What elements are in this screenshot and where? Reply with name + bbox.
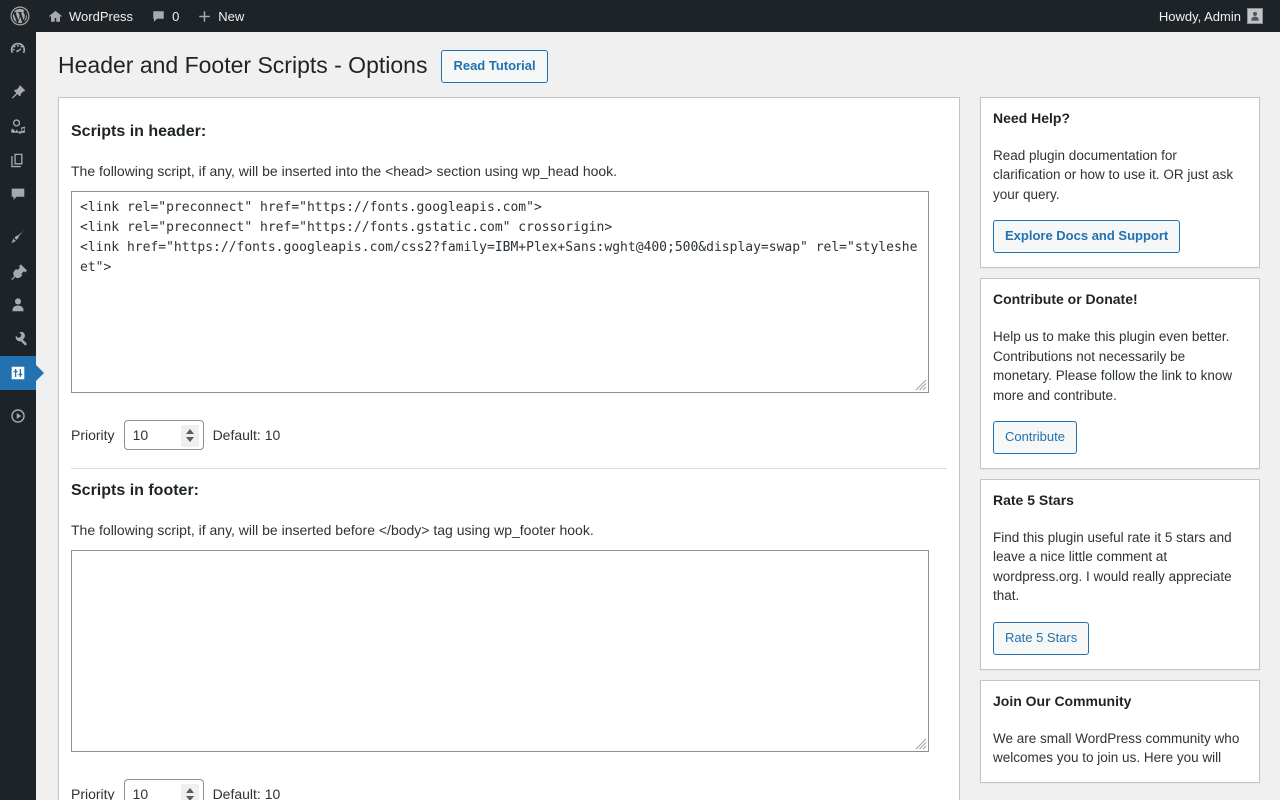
side-column: Need Help? Read plugin documentation for… (980, 97, 1260, 793)
comment-bubble-icon (151, 9, 166, 24)
admin-bar: WordPress 0 New Howdy, Admin (0, 0, 1280, 32)
side-box-text: Find this plugin useful rate it 5 stars … (993, 528, 1247, 606)
site-name-label: WordPress (69, 9, 133, 24)
new-label: New (218, 9, 244, 24)
sidebar-item-pages[interactable] (0, 143, 36, 177)
play-circle-icon (9, 407, 27, 425)
header-priority-field[interactable] (124, 420, 204, 450)
paintbrush-icon (9, 228, 27, 246)
howdy-label: Howdy, Admin (1159, 9, 1241, 24)
wrench-icon (9, 330, 27, 348)
side-box-title: Contribute or Donate! (993, 291, 1247, 309)
footer-priority-label: Priority (71, 786, 115, 800)
footer-section-title: Scripts in footer: (71, 482, 947, 500)
stepper-up-icon[interactable] (186, 429, 194, 434)
footer-priority-row: Priority Default: 10 (71, 779, 947, 800)
plug-icon (9, 262, 27, 280)
header-section-title: Scripts in header: (71, 123, 947, 141)
header-scripts-textarea[interactable] (71, 191, 929, 393)
sidebar-item-dashboard[interactable] (0, 32, 36, 66)
side-box-text: We are small WordPress community who wel… (993, 729, 1247, 768)
side-box-join-our-community: Join Our Community We are small WordPres… (980, 680, 1260, 783)
my-account-menu[interactable]: Howdy, Admin (1150, 0, 1272, 32)
admin-body: Header and Footer Scripts - Options Read… (36, 32, 1280, 800)
header-section-description: The following script, if any, will be in… (71, 163, 947, 179)
main-column: Scripts in header: The following script,… (58, 97, 960, 800)
sidebar-item-users[interactable] (0, 288, 36, 322)
pages-icon (9, 151, 27, 169)
sidebar-item-settings[interactable] (0, 356, 36, 390)
stepper-down-icon[interactable] (186, 437, 194, 442)
sidebar-item-appearance[interactable] (0, 220, 36, 254)
footer-priority-input[interactable] (125, 781, 171, 800)
page-header: Header and Footer Scripts - Options Read… (58, 32, 1260, 97)
menu-separator-3 (0, 390, 36, 399)
side-box-text: Help us to make this plugin even better.… (993, 327, 1247, 405)
rate-5-stars-button[interactable]: Rate 5 Stars (993, 622, 1089, 655)
header-priority-row: Priority Default: 10 (71, 420, 947, 450)
side-box-text: Read plugin documentation for clarificat… (993, 146, 1247, 205)
wp-logo-menu[interactable] (0, 0, 39, 32)
read-tutorial-button[interactable]: Read Tutorial (441, 50, 547, 83)
avatar (1247, 8, 1263, 24)
explore-docs-and-support-button[interactable]: Explore Docs and Support (993, 220, 1180, 253)
stepper-up-icon[interactable] (186, 788, 194, 793)
sliders-icon (9, 364, 27, 382)
admin-sidebar-menu (0, 32, 36, 800)
header-priority-default: Default: 10 (213, 427, 281, 443)
header-textarea-wrap (71, 191, 929, 393)
side-box-rate-5-stars: Rate 5 Stars Find this plugin useful rat… (980, 479, 1260, 670)
dashboard-icon (9, 40, 27, 58)
media-icon (9, 117, 27, 135)
wordpress-logo-icon (10, 6, 30, 26)
content-columns: Scripts in header: The following script,… (58, 97, 1260, 800)
side-box-title: Need Help? (993, 110, 1247, 128)
options-panel: Scripts in header: The following script,… (58, 97, 960, 800)
contribute-button[interactable]: Contribute (993, 421, 1077, 454)
footer-scripts-textarea[interactable] (71, 550, 929, 752)
side-box-title: Join Our Community (993, 693, 1247, 711)
pin-icon (9, 83, 27, 101)
footer-priority-default: Default: 10 (213, 786, 281, 800)
menu-separator-2 (0, 211, 36, 220)
side-box-title: Rate 5 Stars (993, 492, 1247, 510)
side-box-contribute: Contribute or Donate! Help us to make th… (980, 278, 1260, 469)
header-priority-label: Priority (71, 427, 115, 443)
section-divider (71, 468, 947, 469)
footer-priority-stepper[interactable] (181, 784, 199, 800)
footer-textarea-wrap (71, 550, 929, 752)
sidebar-item-tools[interactable] (0, 322, 36, 356)
page-title: Header and Footer Scripts - Options (58, 51, 427, 81)
site-name-menu[interactable]: WordPress (39, 0, 142, 32)
main-content-wrap: Header and Footer Scripts - Options Read… (36, 32, 1280, 800)
footer-section-description: The following script, if any, will be in… (71, 522, 947, 538)
footer-priority-field[interactable] (124, 779, 204, 800)
comments-menu[interactable]: 0 (142, 0, 188, 32)
menu-separator-1 (0, 66, 36, 75)
comments-count: 0 (172, 9, 179, 24)
home-icon (48, 9, 63, 24)
comment-icon (9, 185, 27, 203)
plus-icon (197, 9, 212, 24)
sidebar-item-comments[interactable] (0, 177, 36, 211)
new-content-menu[interactable]: New (188, 0, 253, 32)
sidebar-item-plugins[interactable] (0, 254, 36, 288)
header-priority-input[interactable] (125, 422, 171, 448)
sidebar-item-posts[interactable] (0, 75, 36, 109)
stepper-down-icon[interactable] (186, 796, 194, 800)
sidebar-item-collapse[interactable] (0, 399, 36, 433)
user-icon (9, 296, 27, 314)
header-priority-stepper[interactable] (181, 425, 199, 447)
side-box-need-help: Need Help? Read plugin documentation for… (980, 97, 1260, 268)
sidebar-item-media[interactable] (0, 109, 36, 143)
